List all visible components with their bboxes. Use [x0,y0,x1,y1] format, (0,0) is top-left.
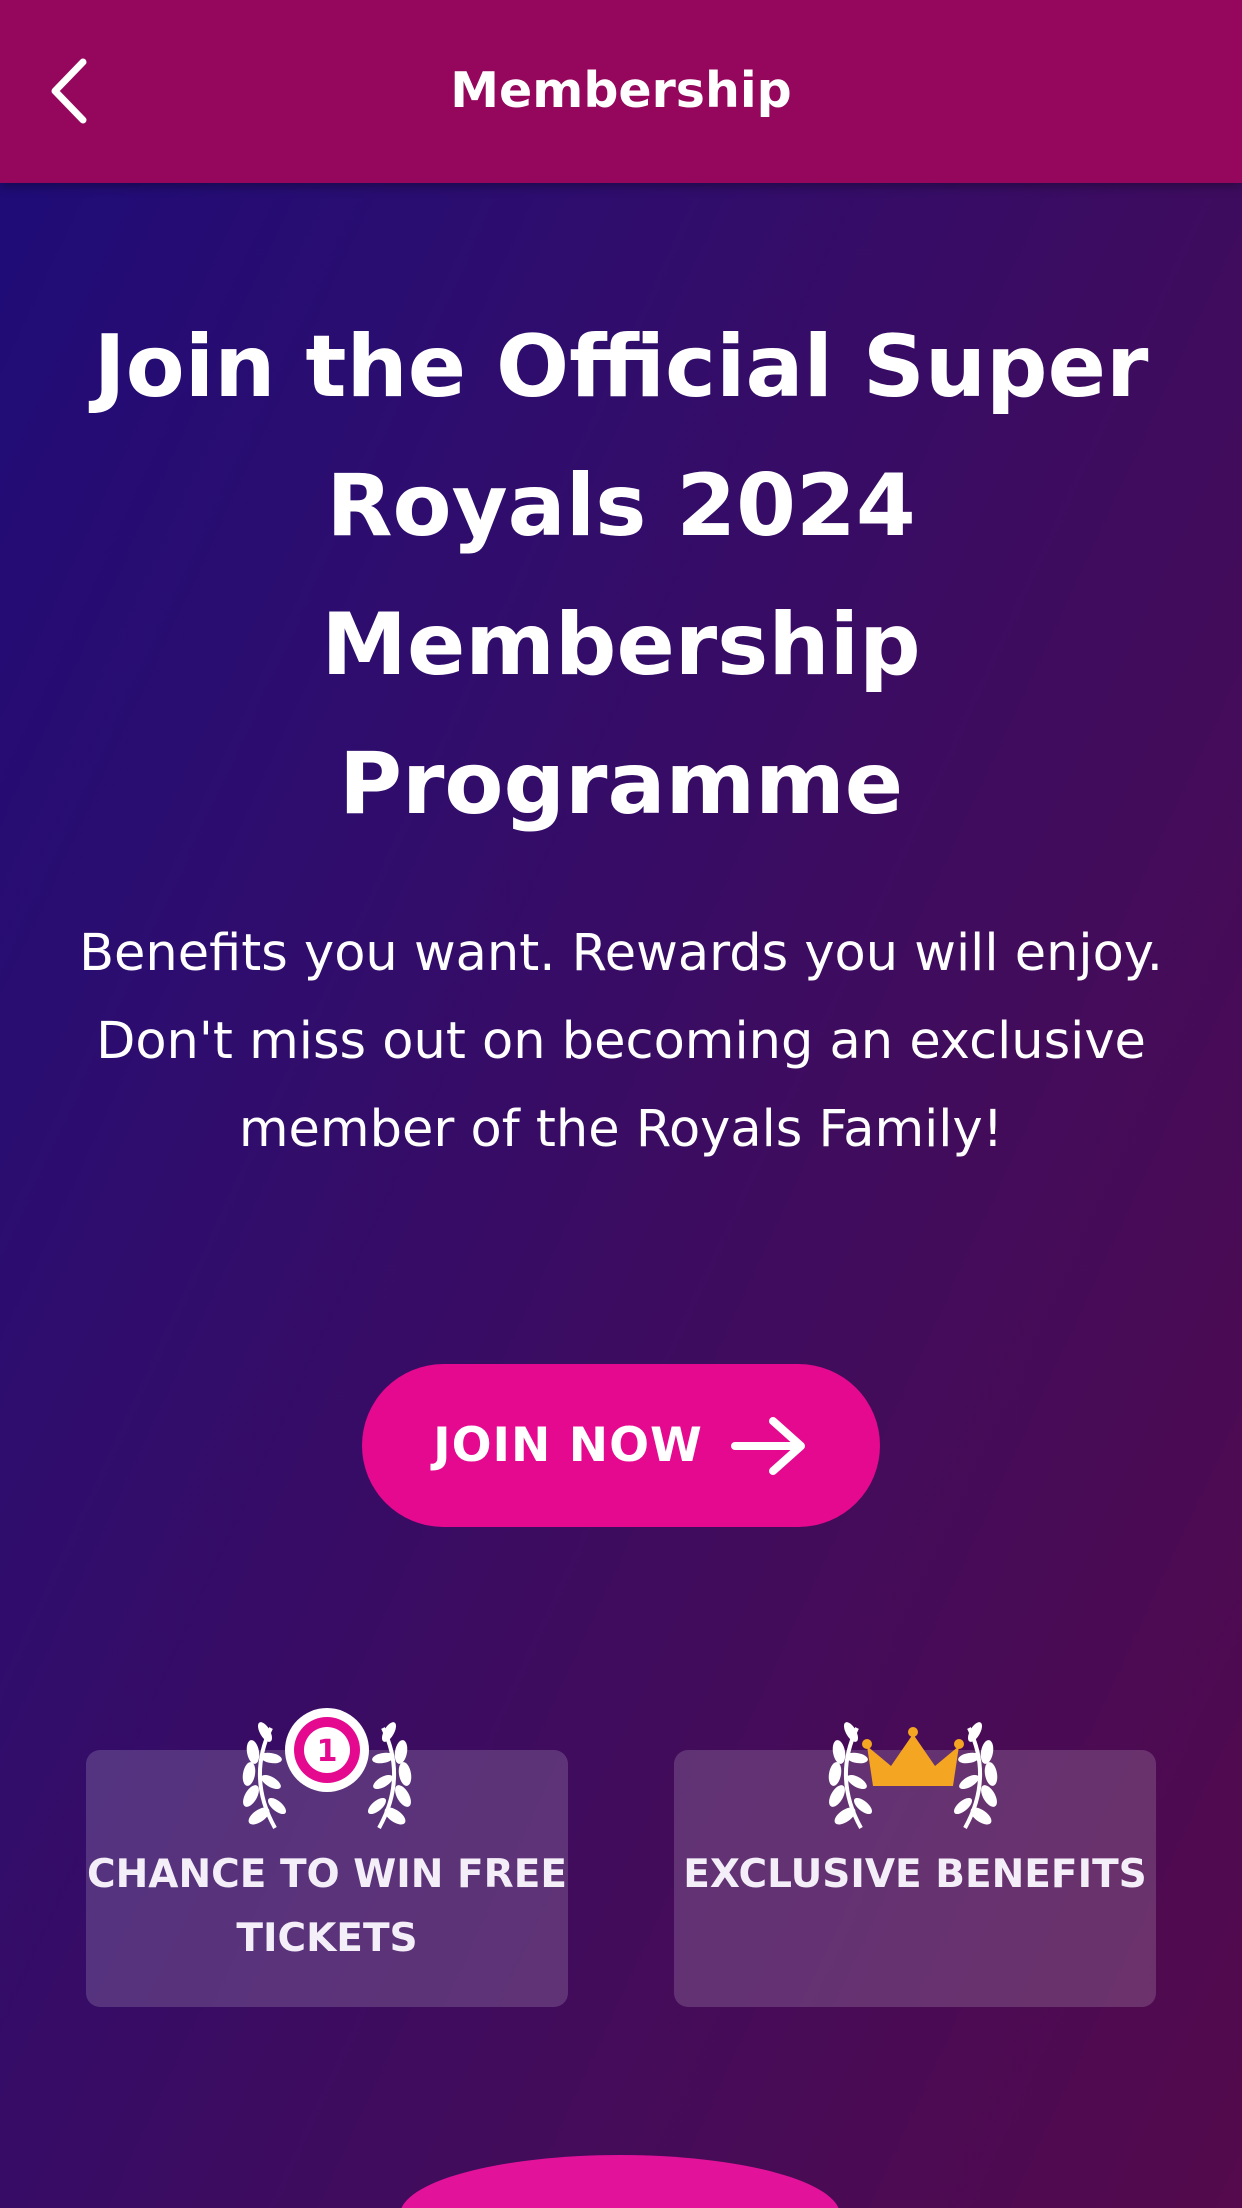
top-app-bar: Membership [0,0,1242,183]
arrow-right-icon [730,1416,805,1475]
feature-label-free-tickets: CHANCE TO WIN FREE TICKETS [87,1852,567,1961]
svg-text:1: 1 [317,1734,338,1769]
bottom-decoration [400,2155,840,2208]
laurel-number-one-icon: 1 [242,1708,412,1829]
membership-screen: Membership Join the Official Super Royal… [0,0,1242,2208]
subtitle-line-2: Don't miss out on becoming an exclusive … [96,1012,1146,1159]
join-now-button[interactable]: JOIN NOW [362,1364,880,1527]
feature-label-exclusive-benefits: EXCLUSIVE BENEFITS [683,1852,1147,1897]
subtitle-line-1: Benefits you want. Rewards you will enjo… [79,924,1163,983]
laurel-crown-icon [828,1722,998,1829]
hero-subtitle: Benefits you want. Rewards you will enjo… [40,910,1202,1174]
page-title: Membership [450,62,792,119]
join-now-label: JOIN NOW [433,1418,703,1473]
hero-title: Join the Official Super Royals 2024 Memb… [93,317,1149,834]
